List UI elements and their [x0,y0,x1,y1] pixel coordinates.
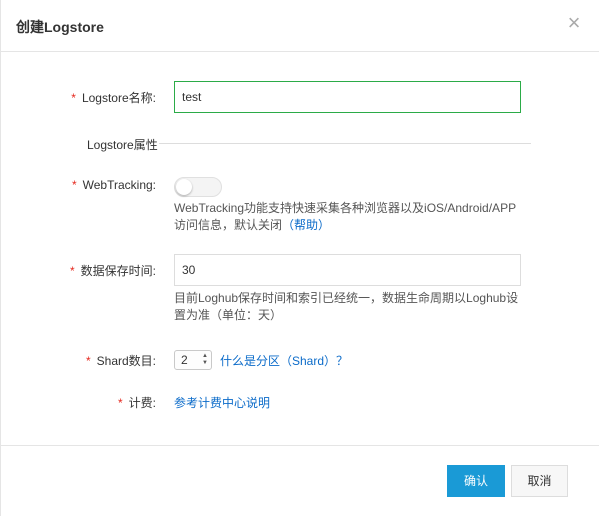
section-title-logstore-attributes: Logstore属性 [87,138,158,152]
create-logstore-dialog: 创建Logstore × * Logstore名称: test Logstore属… [0,0,599,516]
logstore-name-input[interactable]: test [174,81,521,113]
retention-label: * 数据保存时间: [69,264,156,278]
confirm-button[interactable]: 确认 [447,465,505,497]
dialog-title: 创建Logstore [16,19,104,35]
dialog-header: 创建Logstore × [1,0,599,52]
retention-help-line1: 目前Loghub保存时间和索引已经统一，数据生命周期以Loghub设 [174,291,519,305]
required-mark: * [71,178,77,192]
required-mark: * [85,354,91,368]
retention-help: 目前Loghub保存时间和索引已经统一，数据生命周期以Loghub设 置为准（单… [174,290,518,324]
section-divider [159,143,531,144]
shard-help-link[interactable]: 什么是分区（Shard）？ [220,352,348,369]
toggle-knob [176,179,192,195]
retention-input[interactable]: 30 [174,254,521,286]
shard-label: * Shard数目: [85,354,156,368]
shard-count-value: 2 [181,353,188,367]
billing-info-link[interactable]: 参考计费中心说明 [174,394,270,411]
shard-count-stepper[interactable]: 2 ▲ ▼ [174,350,212,370]
required-mark: * [117,396,123,410]
webtracking-help-line2: 访问信息，默认关闭（帮助） [174,218,331,232]
webtracking-toggle[interactable] [174,177,222,197]
webtracking-help-line1: WebTracking功能支持快速采集各种浏览器以及iOS/Android/AP… [174,201,517,215]
retention-help-line2: 置为准（单位：天） [174,308,283,322]
close-icon[interactable]: × [564,12,584,34]
spinner-arrows-icon[interactable]: ▲ ▼ [202,353,208,367]
cancel-button[interactable]: 取消 [511,465,568,497]
webtracking-label: * WebTracking: [71,178,156,192]
billing-label: * 计费: [117,396,156,410]
footer-divider [1,445,599,446]
webtracking-help-link[interactable]: （帮助） [282,218,330,232]
logstore-name-label: * Logstore名称: [71,91,156,105]
required-mark: * [71,91,76,105]
required-mark: * [69,264,75,278]
webtracking-help: WebTracking功能支持快速采集各种浏览器以及iOS/Android/AP… [174,200,516,234]
